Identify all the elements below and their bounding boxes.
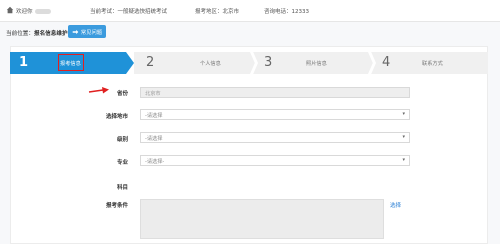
chevron-down-icon: ▾ [402, 157, 405, 163]
condition-textarea[interactable] [140, 199, 384, 239]
step-4-number[interactable]: 4 [382, 55, 390, 70]
step-progress: 1 报考信息 2 个人信息 3 照片信息 4 联系方式 [10, 52, 488, 74]
welcome-text: 欢迎你 [16, 7, 51, 15]
chevron-down-icon: ▾ [402, 134, 405, 140]
home-icon [6, 6, 14, 14]
current-exam: 当前考试：一般疑选快招统考试 [90, 9, 168, 15]
city-label: 选择地市 [105, 114, 128, 120]
major-label: 专业 [116, 160, 128, 166]
province-input: 北京市 [140, 87, 410, 98]
breadcrumb: 当前位置：报名信息维护 [6, 31, 68, 37]
select-condition-link[interactable]: 选择 [390, 201, 401, 209]
exam-region: 报考地区：北京市 [195, 9, 240, 15]
level-label: 级别 [116, 137, 128, 143]
top-bar: 欢迎你 当前考试：一般疑选快招统考试 报考地区：北京市 咨询电话：12333 [0, 0, 500, 22]
subject-label: 科目 [116, 185, 128, 191]
major-select[interactable]: -请选择- ▾ [140, 155, 410, 166]
step-2-number[interactable]: 2 [146, 55, 154, 70]
faq-button[interactable]: 常见问题 [68, 25, 106, 38]
step-3-number[interactable]: 3 [264, 55, 272, 70]
level-select[interactable]: -请选择 ▾ [140, 132, 410, 143]
step-3-label[interactable]: 照片信息 [306, 60, 327, 67]
step-2-label[interactable]: 个人信息 [200, 60, 221, 67]
step-1-highlight-box [58, 54, 84, 71]
city-select[interactable]: -请选择 ▾ [140, 109, 410, 120]
user-name-blurred [34, 9, 51, 14]
hand-pointer-icon [72, 29, 79, 34]
chevron-down-icon: ▾ [402, 111, 405, 117]
breadcrumb-current: 报名信息维护 [33, 31, 68, 37]
step-4-label[interactable]: 联系方式 [422, 60, 443, 67]
province-label: 省份 [116, 91, 128, 97]
hotline: 咨询电话：12333 [264, 9, 310, 15]
condition-label: 报考条件 [105, 203, 128, 209]
